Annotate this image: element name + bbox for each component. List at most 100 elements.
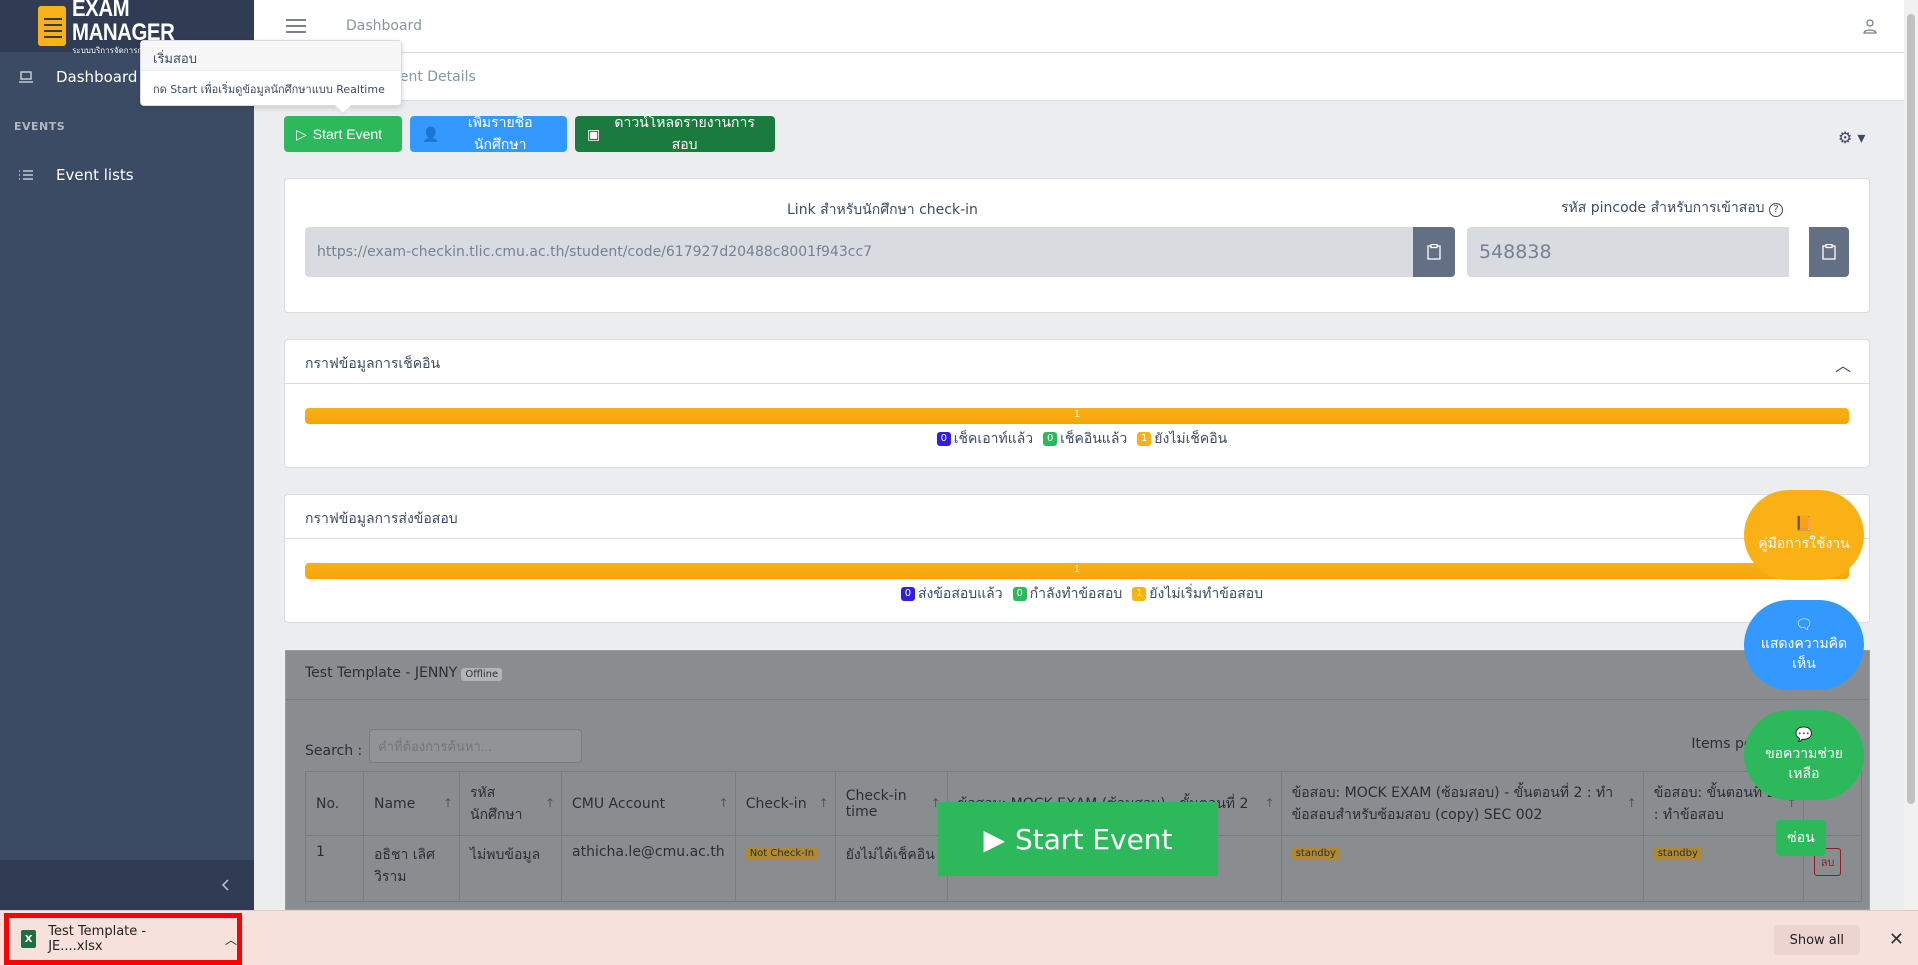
table-header-cell[interactable]: CMU Account ↑ (561, 771, 736, 836)
clipboard-icon (1427, 244, 1441, 260)
cell-exam-2: standby (1280, 835, 1644, 902)
chevron-left-icon (221, 879, 229, 891)
table-header-cell[interactable]: Check-in ↑ (734, 771, 836, 836)
help-fab-button[interactable]: 💬 ขอความช่วยเหลือ (1744, 710, 1864, 800)
exam-logo-icon (38, 6, 67, 46)
cell-checkin: Not Check-In (734, 835, 836, 902)
legend-count-badge: 0 (1012, 587, 1027, 601)
gear-icon: ⚙ (1838, 128, 1853, 147)
copy-pincode-button[interactable] (1809, 227, 1849, 277)
submit-chart-title: กราฟข้อมูลการส่งข้อสอบ (285, 495, 1869, 539)
standby-badge: standby (1291, 847, 1340, 860)
sort-arrow-icon: ↑ (1626, 796, 1637, 810)
feedback-fab-button[interactable]: 🗨 แสดงความคิดเห็น (1744, 600, 1864, 690)
submit-progress-bar: 1 (305, 563, 1849, 579)
table-header-cell[interactable]: ข้อสอบ: MOCK EXAM (ซ้อมสอบ) - ขั้นตอนที่… (1280, 771, 1644, 836)
chat-icon: 💬 (1795, 726, 1813, 743)
excel-file-icon: X (21, 930, 37, 948)
chevron-up-icon[interactable]: ︿ (225, 931, 237, 948)
download-report-label: ดาวน์โหลดรายงานการสอบ (614, 114, 755, 152)
list-icon (19, 170, 33, 180)
start-tooltip: เริ่มสอบ กด Start เพื่อเริ่มดูข้อมูลนักศ… (140, 40, 402, 115)
overlay-start-label: Start Event (1015, 822, 1173, 856)
offline-badge: Offline (461, 668, 503, 681)
legend-label: เช็คเอาท์แล้ว (953, 431, 1034, 447)
pincode-label: รหัส pincode สำหรับการเข้าสอบ ? (1561, 197, 1784, 219)
cell-no: 1 (305, 835, 364, 902)
user-add-icon: 👤 (422, 125, 440, 142)
play-icon: ▷ (296, 125, 307, 142)
help-circle-icon: ? (1769, 203, 1784, 217)
checkin-legend: 0 เช็คเอาท์แล้ว 0 เช็คอินแล้ว 1 ยังไม่เช็คอิน (285, 428, 1869, 450)
hide-fabs-button[interactable]: ซ่อน (1776, 820, 1826, 856)
cell-name: อธิชา เลิศวิราม (363, 835, 460, 902)
manual-fab-button[interactable]: 📙 คู่มือการใช้งาน (1744, 490, 1864, 580)
overlay-start-event-button[interactable]: ▶ Start Event (938, 802, 1218, 876)
table-header-cell[interactable]: รหัส นักศึกษา ↑ (459, 771, 562, 836)
download-bar: X Test Template - JE....xlsx ︿ Show all … (0, 910, 1918, 965)
cell-student-id: ไม่พบข้อมูล (459, 835, 562, 902)
settings-dropdown[interactable]: ⚙ ▾ (1838, 128, 1865, 147)
sidebar-minimizer[interactable] (0, 860, 254, 910)
table-header-cell[interactable]: Check-in time ↑ (834, 771, 948, 836)
sidebar-section-title: EVENTS (14, 120, 66, 133)
search-label: Search : (305, 743, 363, 759)
top-header: Dashboard (254, 0, 1904, 53)
download-report-button[interactable]: ▣ ดาวน์โหลดรายงานการสอบ (575, 114, 775, 152)
legend-count-badge: 0 (1043, 432, 1058, 446)
sidebar-item-label: Event lists (56, 166, 134, 184)
table-header-cell[interactable]: Name ↑ (363, 771, 460, 836)
checkin-link-input[interactable]: https://exam-checkin.tlic.cmu.ac.th/stud… (305, 227, 1413, 277)
table-title: Test Template - JENNY Offline (305, 665, 503, 681)
downloaded-file-item[interactable]: X Test Template - JE....xlsx ︿ (4, 913, 242, 965)
legend-label: ส่งข้อสอบแล้ว (917, 586, 1003, 602)
sidebar: EXAM MANAGER ระบบบริการจัดการการสอบออนไล… (0, 0, 254, 910)
clipboard-icon (1822, 244, 1836, 260)
page-scrollbar[interactable] (1904, 0, 1918, 910)
cell-account: athicha.le@cmu.ac.th (561, 835, 736, 902)
downloaded-file-name: Test Template - JE....xlsx (48, 924, 147, 954)
sort-arrow-icon: ↑ (442, 796, 453, 810)
legend-count-badge: 1 (1137, 432, 1152, 446)
play-icon: ▶ (983, 822, 1006, 856)
chevron-up-icon[interactable]: ︿ (1835, 352, 1851, 376)
close-icon[interactable]: ✕ (1889, 929, 1904, 950)
copy-link-button[interactable] (1413, 227, 1455, 277)
sidebar-item-label: Dashboard (56, 68, 138, 86)
checkin-chart-title: กราฟข้อมูลการเช็คอิน ︿ (285, 340, 1869, 384)
scrollbar-thumb[interactable] (1907, 14, 1915, 804)
user-icon[interactable] (1862, 18, 1878, 34)
sort-arrow-icon: ↑ (1264, 796, 1275, 810)
legend-count-badge: 0 (900, 587, 915, 601)
pincode-input[interactable]: 548838 (1467, 227, 1789, 277)
excel-file-icon: ▣ (587, 125, 601, 142)
header-link-dashboard[interactable]: Dashboard (346, 18, 422, 34)
show-all-button[interactable]: Show all (1773, 925, 1860, 955)
legend-count-badge: 0 (936, 432, 951, 446)
feedback-label: แสดงความคิดเห็น (1760, 636, 1848, 672)
comment-icon: 🗨 (1795, 616, 1813, 633)
manual-label: คู่มือการใช้งาน (1758, 536, 1850, 552)
book-icon: 📙 (1795, 516, 1813, 533)
legend-label: ยังไม่เช็คอิน (1154, 431, 1228, 447)
tooltip-body: กด Start เพื่อเริ่มดูข้อมูลนักศึกษาแบบ R… (153, 83, 385, 96)
legend-label: เช็คอินแล้ว (1060, 431, 1128, 447)
breadcrumb: / Event Details (254, 53, 1904, 101)
brand-title: EXAM MANAGER (72, 0, 175, 46)
legend-label: กำลังทำข้อสอบ (1029, 586, 1123, 602)
sort-arrow-icon: ↑ (544, 796, 555, 810)
sidebar-item-event-lists[interactable]: Event lists (0, 150, 254, 200)
sort-arrow-icon: ↑ (818, 796, 829, 810)
not-checkin-badge: Not Check-In (745, 847, 819, 860)
checkin-link-label: Link สำหรับนักศึกษา check-in (787, 202, 978, 218)
legend-label: ยังไม่เริ่มทำข้อสอบ (1149, 586, 1264, 602)
start-event-button[interactable]: ▷ Start Event (284, 116, 402, 152)
table-header-cell[interactable]: No. (305, 771, 364, 836)
hamburger-menu-icon[interactable] (286, 19, 306, 33)
links-card: Link สำหรับนักศึกษา check-in https://exa… (284, 178, 1870, 313)
legend-count-badge: 1 (1132, 587, 1147, 601)
search-input[interactable] (369, 729, 582, 763)
add-students-button[interactable]: 👤 เพิ่มรายชื่อนักศึกษา (410, 114, 567, 152)
tooltip-title: เริ่มสอบ (141, 41, 401, 71)
cell-checkin-time: ยังไม่ได้เช็คอิน (834, 835, 948, 902)
